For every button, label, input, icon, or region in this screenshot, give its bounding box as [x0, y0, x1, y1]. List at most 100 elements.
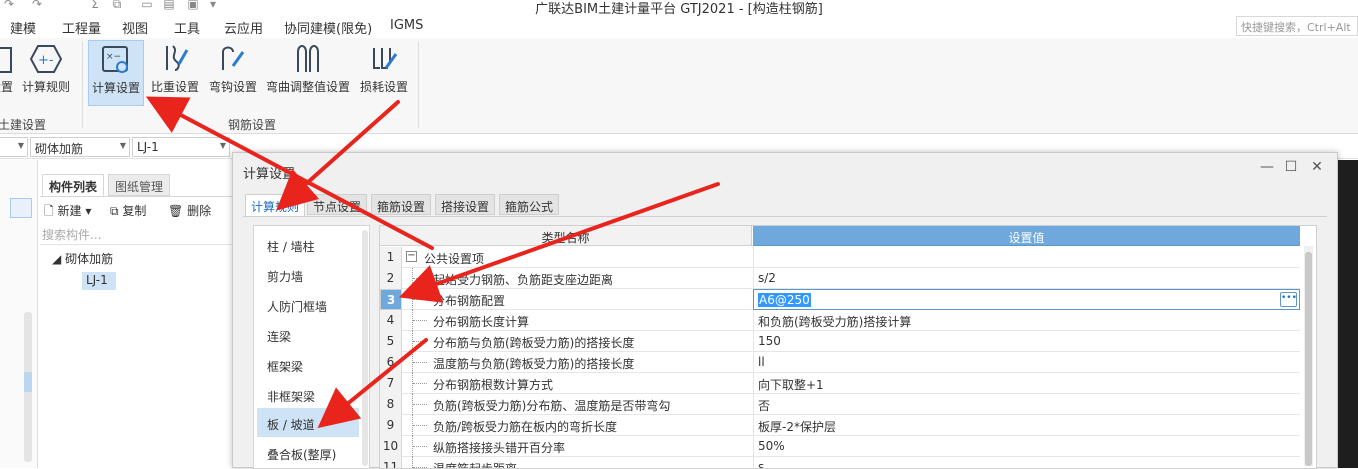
- new-label: 新建: [57, 204, 82, 218]
- ribbon: 设置 +- 计算规则 土建设置 ×− 计算设置 比重设置 弯钩设置: [0, 38, 1358, 134]
- table-row[interactable]: 7 分布钢筋根数计算方式 向下取整+1: [380, 373, 1300, 394]
- menu-item-collab[interactable]: 协同建模(限免): [284, 18, 372, 37]
- bend-icon: [297, 45, 319, 72]
- category-item[interactable]: 叠合板(整厚): [257, 438, 359, 467]
- floor-select[interactable]: ▼: [0, 137, 28, 157]
- loss-settings-button[interactable]: 损耗设置: [356, 40, 412, 106]
- loss-icon: [373, 48, 398, 69]
- rebar-gravity-icon: [166, 45, 189, 71]
- category-list: 柱 / 墙柱 剪力墙 人防门框墙 连梁 框架梁 非框架梁 板 / 坡道 叠合板(…: [253, 225, 370, 469]
- category-item[interactable]: 连梁: [257, 320, 359, 349]
- row-value[interactable]: s/2: [753, 268, 1300, 289]
- dialog-title: 计算设置: [243, 167, 296, 182]
- row-name: 公共设置项: [424, 252, 485, 266]
- category-item-selected[interactable]: 板 / 坡道: [257, 408, 359, 437]
- menu-item-quantities[interactable]: 工程量: [62, 18, 101, 37]
- hook-settings-button[interactable]: 弯钩设置: [206, 40, 260, 106]
- row-value-editor[interactable]: A6@250 •••: [753, 289, 1300, 310]
- table-row[interactable]: 5 分布筋与负筋(跨板受力筋)的搭接长度 150: [380, 331, 1300, 352]
- row-name: 负筋(跨板受力筋)分布筋、温度筋是否带弯勾: [433, 399, 671, 413]
- tree-guide: [413, 362, 427, 363]
- tab-stirrup-formula[interactable]: 箍筋公式: [499, 194, 560, 215]
- row-value[interactable]: s: [753, 457, 1300, 468]
- row-value[interactable]: 50%: [753, 436, 1300, 457]
- row-value[interactable]: 向下取整+1: [753, 373, 1300, 394]
- calc-settings-icon: ×−: [102, 46, 128, 73]
- maximize-icon[interactable]: ☐: [1281, 159, 1301, 179]
- tree-root[interactable]: ◢ 砌体加筋: [52, 250, 113, 267]
- table-row[interactable]: 10 纵筋搭接接头错开百分率 50%: [380, 436, 1300, 457]
- collapse-icon[interactable]: −: [406, 251, 417, 262]
- close-icon[interactable]: ✕: [1307, 159, 1327, 179]
- row-value[interactable]: 板厚-2*保护层: [753, 415, 1300, 436]
- scrollbar-thumb[interactable]: [1305, 252, 1312, 466]
- table-row[interactable]: 1 − 公共设置项: [380, 247, 1300, 268]
- category-item[interactable]: 框架梁: [257, 350, 359, 379]
- row-number: 10: [380, 436, 402, 457]
- caret-down-icon: ◢: [52, 252, 62, 266]
- row-number: 1: [380, 247, 402, 268]
- settings-label: 设置: [0, 80, 13, 94]
- tree-guide: [413, 299, 427, 300]
- tab-stirrup-settings[interactable]: 箍筋设置: [371, 194, 432, 215]
- menu-item-modeling[interactable]: 建模: [10, 18, 36, 37]
- copy-icon: ⧉: [110, 204, 119, 218]
- settings-button[interactable]: 设置: [0, 40, 16, 106]
- scrollbar[interactable]: [362, 230, 368, 466]
- row-value[interactable]: ll: [753, 352, 1300, 373]
- table-row[interactable]: 6 温度筋与负筋(跨板受力筋)的搭接长度 ll: [380, 352, 1300, 373]
- chevron-down-icon: ▼: [119, 141, 126, 150]
- row-number: 4: [380, 310, 402, 331]
- row-number: 5: [380, 331, 402, 352]
- row-value[interactable]: 150: [753, 331, 1300, 352]
- menu-item-cloud[interactable]: 云应用: [224, 18, 263, 37]
- menu-item-view[interactable]: 视图: [122, 18, 148, 37]
- category-item[interactable]: 柱 / 墙柱: [257, 230, 359, 259]
- loss-settings-label: 损耗设置: [359, 80, 408, 94]
- tab-calc-rules[interactable]: 计算规则: [245, 194, 306, 217]
- list-view-icon[interactable]: [10, 198, 32, 218]
- table-row[interactable]: 8 负筋(跨板受力筋)分布筋、温度筋是否带弯勾 否: [380, 394, 1300, 415]
- ribbon-separator: [418, 42, 419, 128]
- copy-button[interactable]: ⧉ 复制: [110, 202, 146, 219]
- settings-icon: [0, 47, 12, 73]
- component-select[interactable]: LJ-1 ▼: [132, 137, 230, 157]
- new-button[interactable]: 🗋 新建 ▾: [44, 202, 91, 223]
- row-number: 3: [380, 289, 402, 310]
- category-item[interactable]: 非框架梁: [257, 380, 359, 409]
- tab-drawing-management[interactable]: 图纸管理: [108, 174, 171, 196]
- category-item[interactable]: 人防门框墙: [257, 290, 359, 319]
- row-name: 分布钢筋配置: [433, 294, 506, 308]
- ellipsis-button[interactable]: •••: [1280, 292, 1297, 307]
- row-value[interactable]: [753, 247, 1300, 268]
- tab-component-list[interactable]: 构件列表: [42, 174, 105, 196]
- table-row[interactable]: 9 负筋/跨板受力筋在板内的弯折长度 板厚-2*保护层: [380, 415, 1300, 436]
- bend-adjust-button[interactable]: 弯曲调整值设置: [264, 40, 352, 106]
- table-row[interactable]: 2 起始受力钢筋、负筋距支座边距离 s/2: [380, 268, 1300, 289]
- delete-label: 删除: [187, 204, 212, 218]
- table-row-selected[interactable]: 3 分布钢筋配置 A6@250 •••: [380, 289, 1300, 310]
- tree-guide: [413, 278, 427, 279]
- tab-node-settings[interactable]: 节点设置: [307, 194, 368, 215]
- delete-button[interactable]: 🗑 删除: [168, 202, 211, 219]
- menu-item-igms[interactable]: IGMS: [390, 18, 423, 33]
- tree-leaf[interactable]: LJ-1: [82, 272, 116, 290]
- category-item[interactable]: 剪力墙: [257, 260, 359, 289]
- row-value-text[interactable]: A6@250: [758, 293, 811, 307]
- table-row[interactable]: 4 分布钢筋长度计算 和负筋(跨板受力筋)搭接计算: [380, 310, 1300, 331]
- menu-item-tools[interactable]: 工具: [174, 18, 200, 37]
- hook-settings-label: 弯钩设置: [208, 80, 257, 94]
- type-select[interactable]: 砌体加筋 ▼: [30, 137, 130, 157]
- scrollbar-thumb[interactable]: [24, 372, 32, 392]
- component-search-input[interactable]: 搜索构件...: [42, 226, 230, 244]
- table-row[interactable]: 11 温度筋起步距离 s: [380, 457, 1300, 468]
- row-value[interactable]: 否: [753, 394, 1300, 415]
- calc-rules-button[interactable]: +- 计算规则: [20, 40, 72, 106]
- specific-gravity-button[interactable]: 比重设置: [148, 40, 202, 106]
- quick-search-input[interactable]: 快捷键搜索，Ctrl+Alt: [1236, 16, 1358, 36]
- tab-lap-settings[interactable]: 搭接设置: [435, 194, 496, 215]
- tree-root-label: 砌体加筋: [65, 252, 114, 266]
- row-value[interactable]: 和负筋(跨板受力筋)搭接计算: [753, 310, 1300, 331]
- minimize-icon[interactable]: —: [1257, 159, 1277, 179]
- calc-settings-button[interactable]: ×− 计算设置: [88, 40, 144, 106]
